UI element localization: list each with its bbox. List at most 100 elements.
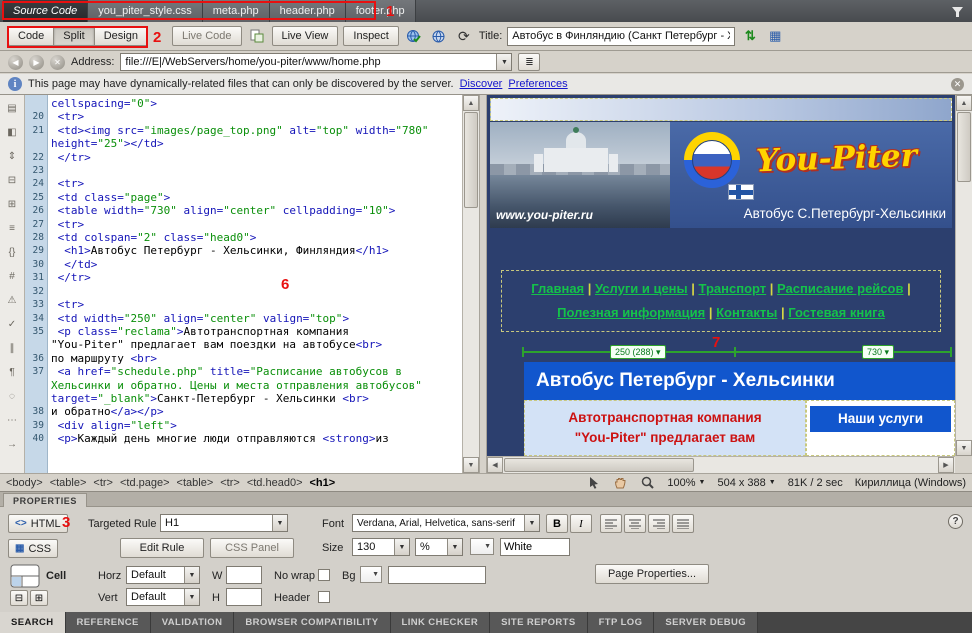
- select-parent-tag-icon[interactable]: ≡: [4, 221, 21, 236]
- design-scroll-down-icon[interactable]: ▼: [956, 440, 972, 456]
- doc-tab-meta-php[interactable]: meta.php: [203, 0, 270, 22]
- preferences-link[interactable]: Preferences: [508, 78, 567, 90]
- bg-color-well[interactable]: ▼: [360, 566, 382, 583]
- tag-selector-item[interactable]: <td.page>: [120, 477, 170, 489]
- design-scroll-thumb[interactable]: [957, 112, 971, 182]
- page-top-image[interactable]: [490, 98, 952, 121]
- align-right-icon[interactable]: [648, 514, 670, 533]
- zoom-level-menu[interactable]: 100% ▼: [667, 477, 705, 489]
- address-dropdown-icon[interactable]: ▼: [496, 54, 511, 70]
- code-view[interactable]: cellspacing="0">20 <tr>21 <td><img src="…: [25, 95, 462, 473]
- align-left-icon[interactable]: [600, 514, 622, 533]
- tag-selector-item[interactable]: <table>: [177, 477, 214, 489]
- tag-selector-item[interactable]: <h1>: [310, 477, 336, 489]
- results-tab-browser-compatibility[interactable]: BROWSER COMPATIBILITY: [234, 612, 390, 633]
- nav-link[interactable]: Контакты: [716, 305, 777, 320]
- doc-tab-you-piter-style-css[interactable]: you_piter_style.css: [88, 0, 203, 22]
- reclama-cell[interactable]: Автотранспортная компания "You-Piter" пр…: [524, 400, 806, 456]
- nav-link[interactable]: Расписание рейсов: [777, 281, 903, 296]
- column-width-menu[interactable]: 250 (288) ▾: [610, 345, 666, 359]
- nav-link[interactable]: Транспорт: [699, 281, 767, 296]
- open-documents-icon[interactable]: ▤: [4, 101, 21, 116]
- font-select[interactable]: Verdana, Arial, Helvetica, sans-serif▼: [352, 514, 540, 532]
- size-select[interactable]: 130▼: [352, 538, 410, 556]
- related-files-filter-icon[interactable]: [951, 5, 964, 23]
- header-checkbox[interactable]: [318, 591, 330, 603]
- doc-tab-footer-php[interactable]: footer.php: [346, 0, 416, 22]
- title-input[interactable]: [507, 27, 735, 46]
- remove-comment-icon[interactable]: ¶: [4, 365, 21, 380]
- banner-logo-area[interactable]: You-Piter Автобус С.Петербург-Хельсинки: [670, 122, 952, 228]
- tag-selector-item[interactable]: <body>: [6, 477, 43, 489]
- collapse-selection-icon[interactable]: ⊟: [4, 173, 21, 188]
- italic-button[interactable]: I: [570, 514, 592, 533]
- table-width-bar[interactable]: 250 (288) ▾ 730 ▾: [522, 344, 952, 360]
- scroll-down-icon[interactable]: ▼: [463, 457, 479, 473]
- tag-selector-item[interactable]: <tr>: [93, 477, 113, 489]
- targeted-rule-select[interactable]: H1▼: [160, 514, 288, 532]
- banner-photo[interactable]: www.you-piter.ru: [490, 122, 670, 228]
- doc-tab-source-code[interactable]: Source Code: [3, 0, 88, 22]
- tag-selector-item[interactable]: <table>: [50, 477, 87, 489]
- indent-code-icon[interactable]: →: [4, 437, 21, 452]
- file-compare-icon[interactable]: [247, 26, 267, 46]
- forward-icon[interactable]: ▶: [29, 55, 44, 70]
- no-wrap-checkbox[interactable]: [318, 569, 330, 581]
- design-horizontal-scrollbar[interactable]: ◀ ▶: [487, 456, 955, 473]
- highlight-invalid-code-icon[interactable]: ⚠: [4, 293, 21, 308]
- bg-color-input[interactable]: [388, 566, 486, 584]
- results-tab-ftp-log[interactable]: FTP LOG: [588, 612, 655, 633]
- results-tab-site-reports[interactable]: SITE REPORTS: [490, 612, 587, 633]
- expand-all-icon[interactable]: ⊞: [4, 197, 21, 212]
- edit-rule-button[interactable]: Edit Rule: [120, 538, 204, 558]
- code-scroll-thumb[interactable]: [464, 112, 478, 208]
- merge-cells-icon[interactable]: ⊟: [10, 590, 28, 606]
- nav-link[interactable]: Гостевая книга: [788, 305, 885, 320]
- zoom-tool-icon[interactable]: [640, 476, 655, 490]
- css-mode-button[interactable]: ▦ CSS: [8, 539, 58, 558]
- size-unit-select[interactable]: %▼: [415, 538, 463, 556]
- code-view-button[interactable]: Code: [8, 26, 54, 46]
- properties-tab[interactable]: PROPERTIES: [3, 493, 87, 507]
- design-h1-heading[interactable]: Автобус Петербург - Хельсинки: [524, 362, 955, 400]
- results-tab-search[interactable]: SEARCH: [0, 612, 66, 633]
- help-icon[interactable]: ?: [948, 514, 963, 529]
- design-view[interactable]: www.you-piter.ru You-Piter Автобус С.Пет…: [487, 95, 955, 456]
- file-management-icon[interactable]: ⇅: [740, 26, 760, 46]
- text-color-input[interactable]: [500, 538, 570, 556]
- close-info-bar-icon[interactable]: ✕: [951, 78, 964, 91]
- live-view-button[interactable]: Live View: [272, 26, 339, 46]
- wrap-tag-icon[interactable]: ◌: [4, 389, 21, 404]
- results-tab-validation[interactable]: VALIDATION: [151, 612, 235, 633]
- apply-comment-icon[interactable]: ∥: [4, 341, 21, 356]
- inspect-button[interactable]: Inspect: [343, 26, 398, 46]
- live-code-button[interactable]: Live Code: [172, 26, 242, 46]
- cell-height-input[interactable]: [226, 588, 262, 606]
- syntax-error-alerts-icon[interactable]: ✓: [4, 317, 21, 332]
- browser-options-icon[interactable]: ≣: [518, 53, 540, 71]
- tag-selector-item[interactable]: <tr>: [220, 477, 240, 489]
- html-mode-button[interactable]: <> HTML: [8, 514, 68, 533]
- cell-width-input[interactable]: [226, 566, 262, 584]
- pane-splitter[interactable]: [479, 95, 487, 473]
- scroll-up-icon[interactable]: ▲: [463, 95, 479, 111]
- refresh-design-view-icon[interactable]: ⟳: [454, 26, 474, 46]
- doc-tab-header-php[interactable]: header.php: [270, 0, 346, 22]
- hand-tool-icon[interactable]: [613, 476, 628, 490]
- page-properties-button[interactable]: Page Properties...: [595, 564, 709, 584]
- window-size-menu[interactable]: 504 x 388 ▼: [717, 477, 775, 489]
- validate-markup-icon[interactable]: ▦: [765, 26, 785, 46]
- table-width-menu[interactable]: 730 ▾: [862, 345, 894, 359]
- design-view-button[interactable]: Design: [94, 26, 148, 46]
- design-scroll-up-icon[interactable]: ▲: [956, 95, 972, 111]
- address-combo[interactable]: file:///E|/WebServers/home/you-piter/www…: [120, 53, 512, 71]
- tag-selector-item[interactable]: <td.head0>: [247, 477, 303, 489]
- check-browser-compatibility-icon[interactable]: [404, 26, 424, 46]
- nav-link[interactable]: Услуги и цены: [595, 281, 688, 296]
- collapse-full-tag-icon[interactable]: ⇕: [4, 149, 21, 164]
- design-hscroll-thumb[interactable]: [504, 458, 694, 472]
- results-tab-reference[interactable]: REFERENCE: [66, 612, 151, 633]
- results-tab-server-debug[interactable]: SERVER DEBUG: [654, 612, 758, 633]
- balance-braces-icon[interactable]: {}: [4, 245, 21, 260]
- split-view-button[interactable]: Split: [53, 26, 94, 46]
